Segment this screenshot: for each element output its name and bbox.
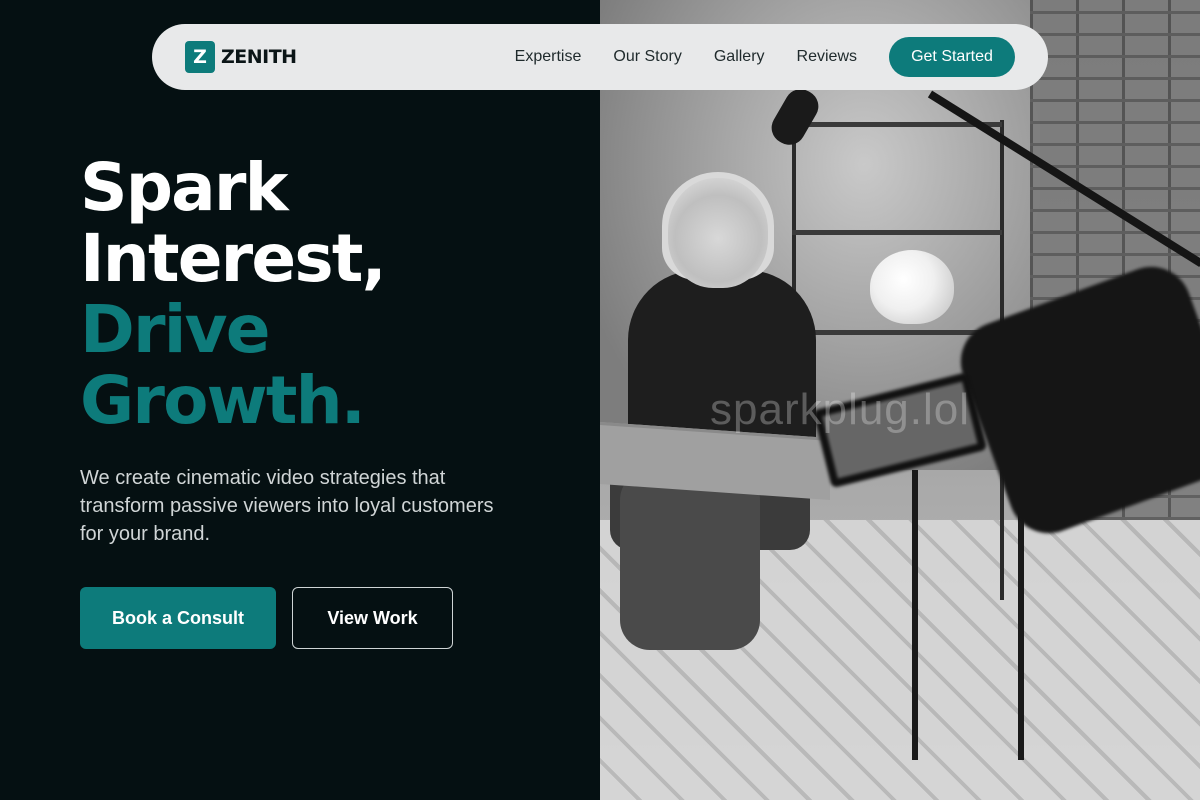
view-work-button[interactable]: View Work	[292, 587, 453, 649]
photo-desk-leg	[912, 470, 918, 760]
nav-link-expertise[interactable]: Expertise	[515, 48, 582, 66]
hero-title-line-accent: Growth.	[80, 362, 366, 439]
hero-title-line-accent: Drive	[80, 291, 271, 368]
book-consult-button[interactable]: Book a Consult	[80, 587, 276, 649]
hero-photo: sparkplug.lol	[600, 0, 1200, 800]
hero-title-line: Interest,	[80, 220, 387, 297]
nav-link-gallery[interactable]: Gallery	[714, 48, 765, 66]
hero-title-line: Spark	[80, 149, 289, 226]
photo-person-face	[668, 178, 768, 288]
photo-person-legs	[620, 470, 760, 650]
photo-watermark: sparkplug.lol	[710, 385, 971, 434]
logo-text: ZENITH	[221, 46, 297, 68]
photo-shelf	[792, 230, 1002, 235]
nav-link-our-story[interactable]: Our Story	[613, 48, 681, 66]
nav-links: Expertise Our Story Gallery Reviews	[515, 48, 857, 66]
get-started-button[interactable]: Get Started	[889, 37, 1015, 77]
hero-title: Spark Interest, Drive Growth.	[80, 149, 387, 439]
hero-subtitle: We create cinematic video strategies tha…	[80, 467, 494, 545]
logo-mark: Z	[185, 41, 215, 73]
nav-link-reviews[interactable]: Reviews	[797, 48, 857, 66]
photo-lamp	[870, 250, 954, 324]
top-nav: Z ZENITH Expertise Our Story Gallery Rev…	[152, 24, 1048, 90]
logo[interactable]: Z ZENITH	[185, 41, 297, 73]
